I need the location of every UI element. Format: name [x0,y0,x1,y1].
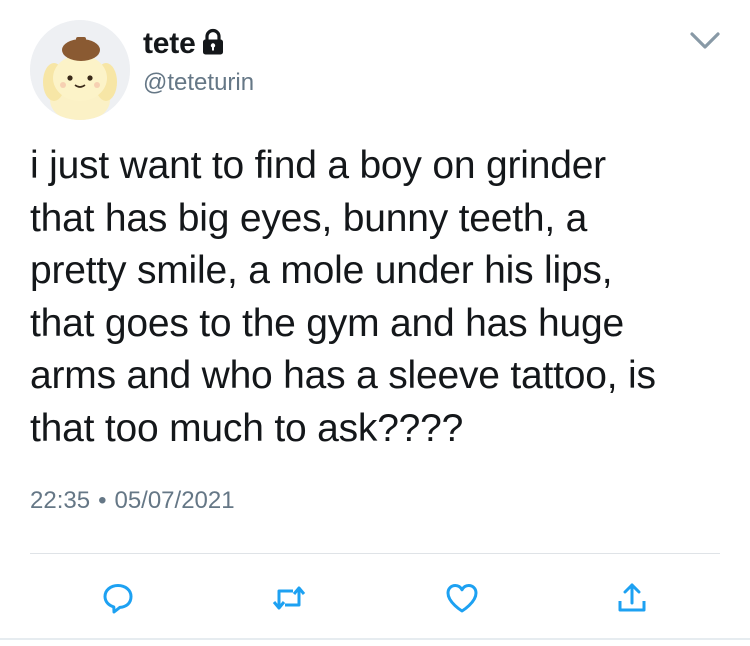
tweet-text-line: pretty smile, a mole under his lips, [30,249,613,292]
retweet-icon [272,586,306,610]
tweet-text: i just want to find a boy on grinder tha… [30,140,730,455]
reply-button[interactable] [100,580,136,616]
retweet-button[interactable] [271,580,307,616]
divider [30,553,720,554]
tweet-time: 22:35 [30,487,91,514]
share-button[interactable] [614,580,650,616]
name-row: tete [143,26,254,62]
avatar[interactable] [30,20,130,120]
tweet-card: tete @teteturin i just want to find a bo… [0,0,750,646]
user-info: tete @teteturin [143,26,254,97]
like-button[interactable] [444,580,480,616]
tweet-text-line: that goes to the gym and has huge [30,301,624,345]
tweet-text-line: that too much to ask???? [30,406,464,450]
tweet-date: 05/07/2021 [114,487,235,514]
tweet-text-line: that has big eyes, bunny teeth, a [30,196,588,240]
reply-icon [103,584,133,614]
chevron-down-icon[interactable] [688,28,722,54]
meta-separator: • [98,487,107,514]
share-icon [618,583,646,612]
lock-icon [200,28,226,60]
tweet-text-line: arms and who has a sleeve tattoo, is [30,354,656,397]
user-handle[interactable]: @teteturin [143,69,254,97]
heart-icon [446,584,478,613]
tweet-timestamp[interactable]: 22:35 • 05/07/2021 [30,487,235,515]
bottom-divider [0,638,750,640]
display-name[interactable]: tete [143,27,196,61]
tweet-text-line: i just want to find a boy on grinder [30,144,606,187]
avatar-image [30,20,130,120]
